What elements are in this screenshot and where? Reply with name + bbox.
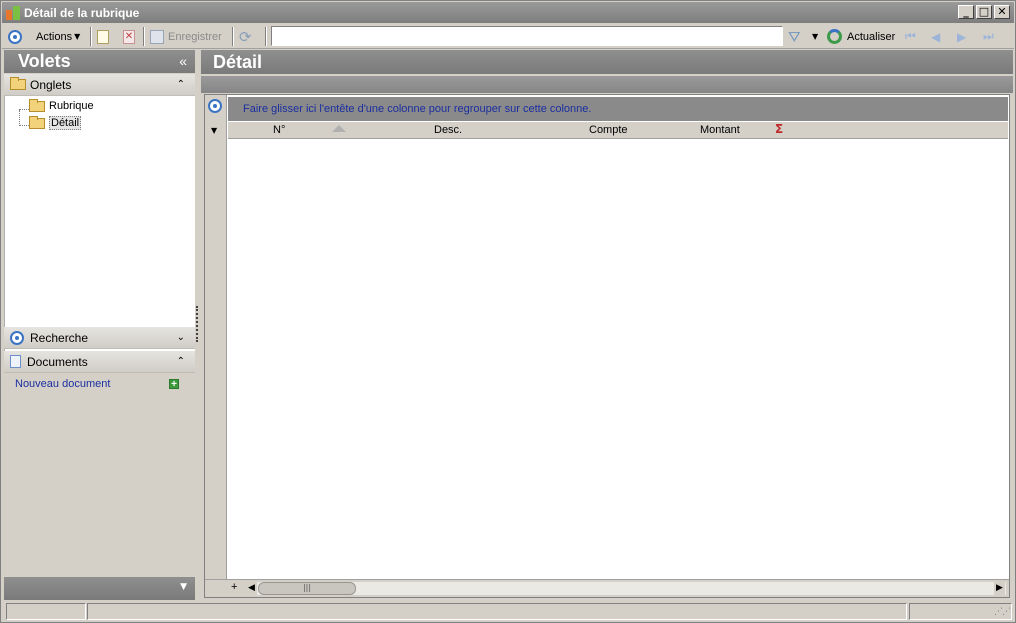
refresh-icon bbox=[827, 29, 842, 44]
delete-icon[interactable]: ✕ bbox=[123, 27, 135, 46]
grid-footer: + ◀ ||| ▶ bbox=[205, 579, 1009, 597]
filter-icon[interactable]: ⛛ bbox=[788, 27, 801, 46]
chevron-down-icon[interactable]: ⌄ bbox=[177, 332, 185, 343]
add-document-icon[interactable]: + bbox=[169, 379, 179, 390]
folder-icon bbox=[29, 98, 45, 112]
chevron-up-icon[interactable]: ⌃ bbox=[177, 79, 185, 90]
column-header-montant[interactable]: Montant bbox=[700, 124, 740, 136]
actions-menu-button[interactable]: Actions ▼ bbox=[36, 27, 80, 46]
save-icon bbox=[150, 29, 164, 44]
horizontal-scrollbar[interactable] bbox=[248, 582, 1006, 595]
section-label: Documents bbox=[27, 354, 88, 369]
pane-header: Volets « bbox=[4, 50, 195, 73]
search-input[interactable] bbox=[271, 26, 783, 46]
column-header-compte[interactable]: Compte bbox=[589, 124, 628, 136]
tabs-section-header[interactable]: Onglets ⌃ bbox=[4, 74, 195, 96]
application-window: Détail de la rubrique _ □ ✕ Actions ▼ ✕ … bbox=[0, 0, 1016, 623]
status-cell bbox=[6, 603, 86, 620]
column-header-number[interactable]: N° bbox=[273, 124, 285, 136]
chevron-down-icon[interactable]: ▼ bbox=[211, 126, 217, 135]
group-by-panel[interactable]: Faire glisser ici l'entête d'une colonne… bbox=[228, 97, 1008, 121]
scroll-left-button[interactable]: ◀ bbox=[246, 582, 257, 595]
sync-icon[interactable]: ⟳ bbox=[239, 27, 252, 46]
chevron-down-icon: ▼ bbox=[74, 32, 81, 41]
sort-ascending-icon bbox=[332, 125, 346, 132]
next-record-icon[interactable]: ▶ bbox=[957, 27, 966, 46]
detail-subbar bbox=[201, 76, 1013, 93]
window-title: Détail de la rubrique bbox=[24, 5, 140, 20]
documents-section-header[interactable]: Documents ⌃ bbox=[4, 351, 195, 373]
resize-grip-icon[interactable]: ⋰⋰ bbox=[994, 607, 1011, 617]
app-logo-icon bbox=[4, 4, 22, 22]
pane-footer: ▼ bbox=[4, 577, 195, 600]
section-label: Onglets bbox=[30, 77, 72, 92]
search-panel-icon bbox=[10, 330, 24, 345]
tree-item-detail[interactable]: Détail bbox=[29, 115, 82, 130]
refresh-button[interactable]: Actualiser bbox=[827, 27, 895, 46]
previous-record-icon[interactable]: ◀ bbox=[931, 27, 940, 46]
new-document-link[interactable]: Nouveau document bbox=[15, 378, 110, 390]
save-button[interactable]: Enregistrer bbox=[150, 27, 222, 46]
section-label: Recherche bbox=[30, 330, 89, 345]
sum-icon[interactable]: Σ bbox=[775, 122, 783, 136]
status-cell bbox=[87, 603, 907, 620]
collapse-pane-button[interactable]: « bbox=[179, 50, 187, 73]
open-folder-icon bbox=[29, 115, 45, 129]
column-header-desc[interactable]: Desc. bbox=[434, 124, 462, 136]
close-button[interactable]: ✕ bbox=[994, 5, 1010, 19]
data-grid: ▼ Faire glisser ici l'entête d'une colon… bbox=[204, 94, 1010, 598]
chevron-up-icon[interactable]: ⌃ bbox=[177, 356, 185, 367]
first-record-icon[interactable]: ⏮ bbox=[905, 27, 916, 46]
filter-dropdown-icon[interactable]: ▼ bbox=[812, 27, 818, 46]
target-icon[interactable] bbox=[8, 27, 22, 46]
maximize-button[interactable]: □ bbox=[976, 5, 992, 19]
title-bar[interactable]: Détail de la rubrique _ □ ✕ bbox=[2, 2, 1014, 23]
pane-title: Volets bbox=[18, 51, 71, 71]
last-record-icon[interactable]: ⏭ bbox=[983, 27, 994, 46]
vertical-splitter-grip[interactable] bbox=[196, 306, 199, 342]
tabs-tree: Rubrique Détail bbox=[4, 96, 195, 366]
detail-title: Détail bbox=[213, 52, 263, 72]
minimize-button[interactable]: _ bbox=[958, 5, 974, 19]
chevron-down-icon[interactable]: ▼ bbox=[180, 582, 187, 592]
group-hint-text: Faire glisser ici l'entête d'une colonne… bbox=[243, 103, 592, 115]
grid-column-header: N° Desc. Compte Montant Σ bbox=[228, 122, 1008, 139]
status-bar: ⋰⋰ bbox=[2, 601, 1014, 622]
folder-icon bbox=[10, 77, 26, 90]
toolbar: Actions ▼ ✕ Enregistrer ⟳ ⛛ ▼ Actualiser bbox=[2, 24, 1014, 49]
document-icon bbox=[10, 355, 21, 368]
grid-options-icon[interactable] bbox=[208, 99, 222, 113]
navigation-pane: Volets « Onglets ⌃ Rubrique Détail Reche bbox=[4, 50, 195, 600]
detail-header: Détail bbox=[201, 50, 1013, 74]
add-row-button[interactable]: + bbox=[231, 581, 237, 593]
grid-row-indicator: ▼ bbox=[205, 95, 227, 579]
scroll-right-button[interactable]: ▶ bbox=[994, 582, 1005, 595]
scrollbar-thumb[interactable]: ||| bbox=[258, 582, 356, 595]
new-document-icon[interactable] bbox=[97, 27, 109, 46]
tree-item-rubrique[interactable]: Rubrique bbox=[29, 98, 94, 112]
search-section-header[interactable]: Recherche ⌄ bbox=[4, 327, 195, 349]
